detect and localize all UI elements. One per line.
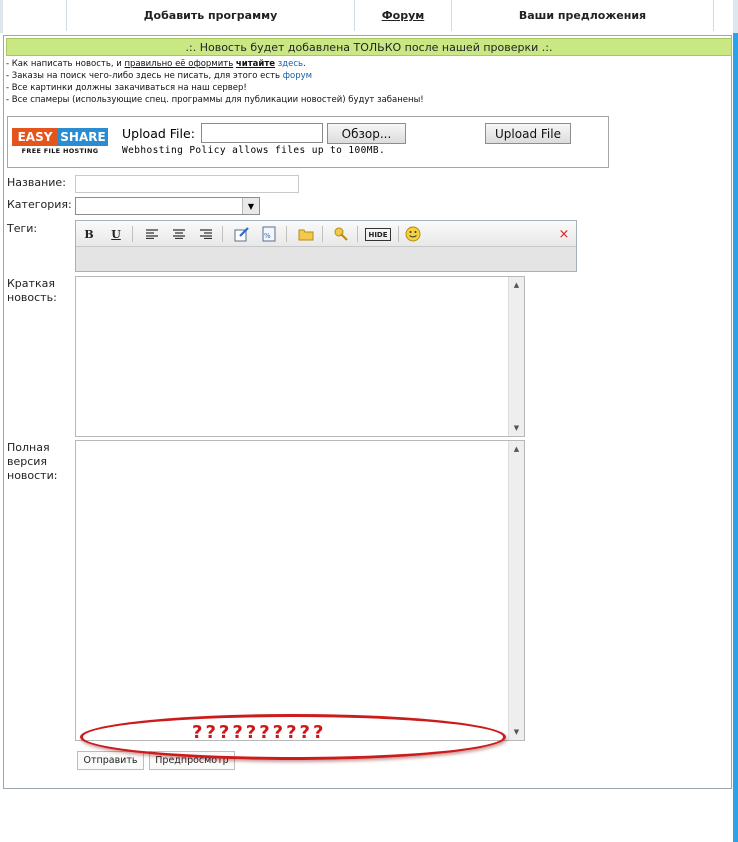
rule-text: . xyxy=(303,59,306,69)
toolbar-separator xyxy=(286,226,287,242)
short-news-label-line: Краткая xyxy=(7,277,55,290)
full-news-label-line: новости: xyxy=(7,469,58,482)
svg-text:%: % xyxy=(264,232,271,240)
tags-label: Теги: xyxy=(7,222,38,235)
rules-list: - Как написать новость, и правильно её о… xyxy=(6,58,424,106)
short-news-label: Краткая новость: xyxy=(7,277,57,305)
spoiler-icon[interactable] xyxy=(333,226,349,242)
align-right-icon[interactable] xyxy=(198,226,214,242)
scroll-down-icon[interactable]: ▼ xyxy=(509,421,524,435)
upload-file-input[interactable] xyxy=(201,123,323,143)
upload-file-label: Upload File: xyxy=(122,126,195,141)
logo-share: SHARE xyxy=(58,128,108,146)
nav-edge-right xyxy=(733,0,738,33)
nav-edge-left xyxy=(0,0,3,33)
rule-line-2: - Заказы на поиск чего-либо здесь не пис… xyxy=(6,70,424,82)
rule-text: - Заказы на поиск чего-либо здесь не пис… xyxy=(6,71,283,81)
rule-text-underlined: правильно её оформить xyxy=(124,59,234,69)
toolbar-separator xyxy=(357,226,358,242)
edit-link-icon[interactable] xyxy=(234,226,250,242)
rule-text: - Как написать новость, и xyxy=(6,59,125,69)
align-left-icon[interactable] xyxy=(144,226,160,242)
forum-link[interactable]: форум xyxy=(283,71,312,81)
close-icon[interactable]: × xyxy=(556,226,572,242)
bold-icon[interactable]: B xyxy=(81,226,97,242)
short-news-textarea[interactable]: ▲ ▼ xyxy=(75,276,525,437)
top-navigation: Добавить программу Форум Ваши предложени… xyxy=(0,0,738,33)
category-select[interactable]: ▼ xyxy=(75,197,260,215)
short-news-label-line: новость: xyxy=(7,291,57,304)
scroll-up-icon[interactable]: ▲ xyxy=(509,442,524,456)
smiley-icon[interactable] xyxy=(405,226,421,242)
logo-subtitle: FREE FILE HOSTING xyxy=(21,147,99,155)
category-label: Категория: xyxy=(7,198,72,211)
easyshare-upload-widget: EASY SHARE FREE FILE HOSTING Upload File… xyxy=(7,116,609,168)
nav-item-forum[interactable]: Форум xyxy=(354,0,452,31)
insert-url-icon[interactable]: % xyxy=(261,226,277,242)
submit-button[interactable]: Отправить xyxy=(77,751,144,770)
title-input[interactable] xyxy=(75,175,299,193)
annotation-question-marks: ?????????? xyxy=(192,722,327,743)
tags-editor: B U % HIDE × xyxy=(75,220,577,272)
full-news-label-line: Полная xyxy=(7,441,50,454)
editor-toolbar: B U % HIDE × xyxy=(76,221,576,247)
scroll-up-icon[interactable]: ▲ xyxy=(509,278,524,292)
align-center-icon[interactable] xyxy=(171,226,187,242)
nav-item-add-program[interactable]: Добавить программу xyxy=(66,0,355,31)
toolbar-separator xyxy=(398,226,399,242)
rule-line-4: - Все спамеры (использующие спец. програ… xyxy=(6,95,424,105)
full-news-textarea[interactable]: ▲ ▼ xyxy=(75,440,525,741)
add-news-form: .:. Новость будет добавлена ТОЛЬКО после… xyxy=(3,35,732,789)
title-label: Название: xyxy=(7,176,66,189)
easyshare-logo: EASY SHARE FREE FILE HOSTING xyxy=(12,128,108,156)
nav-item-suggestions[interactable]: Ваши предложения xyxy=(451,0,714,31)
logo-easy: EASY xyxy=(12,128,58,146)
full-news-label: Полная версия новости: xyxy=(7,441,57,483)
full-news-label-line: версия xyxy=(7,455,48,468)
upload-file-button[interactable]: Upload File xyxy=(485,123,571,144)
scrollbar[interactable]: ▲ ▼ xyxy=(508,441,524,740)
hide-tag-icon[interactable]: HIDE xyxy=(365,228,391,241)
toolbar-separator xyxy=(222,226,223,242)
browse-button[interactable]: Обзор... xyxy=(327,123,406,144)
upload-policy-note: Webhosting Policy allows files up to 100… xyxy=(122,145,386,156)
chevron-down-icon[interactable]: ▼ xyxy=(242,198,259,214)
rule-text-bold: читайте xyxy=(235,59,276,69)
underline-icon[interactable]: U xyxy=(108,226,124,242)
scroll-down-icon[interactable]: ▼ xyxy=(509,725,524,739)
toolbar-separator xyxy=(322,226,323,242)
right-accent-strip xyxy=(733,33,738,842)
rule-line-3: - Все картинки должны закачиваться на на… xyxy=(6,83,247,93)
toolbar-separator xyxy=(132,226,133,242)
scrollbar[interactable]: ▲ ▼ xyxy=(508,277,524,436)
folder-icon[interactable] xyxy=(298,226,314,242)
howto-link[interactable]: здесь xyxy=(278,59,303,69)
rule-line-1: - Как написать новость, и правильно её о… xyxy=(6,58,424,70)
moderation-banner: .:. Новость будет добавлена ТОЛЬКО после… xyxy=(6,38,732,56)
